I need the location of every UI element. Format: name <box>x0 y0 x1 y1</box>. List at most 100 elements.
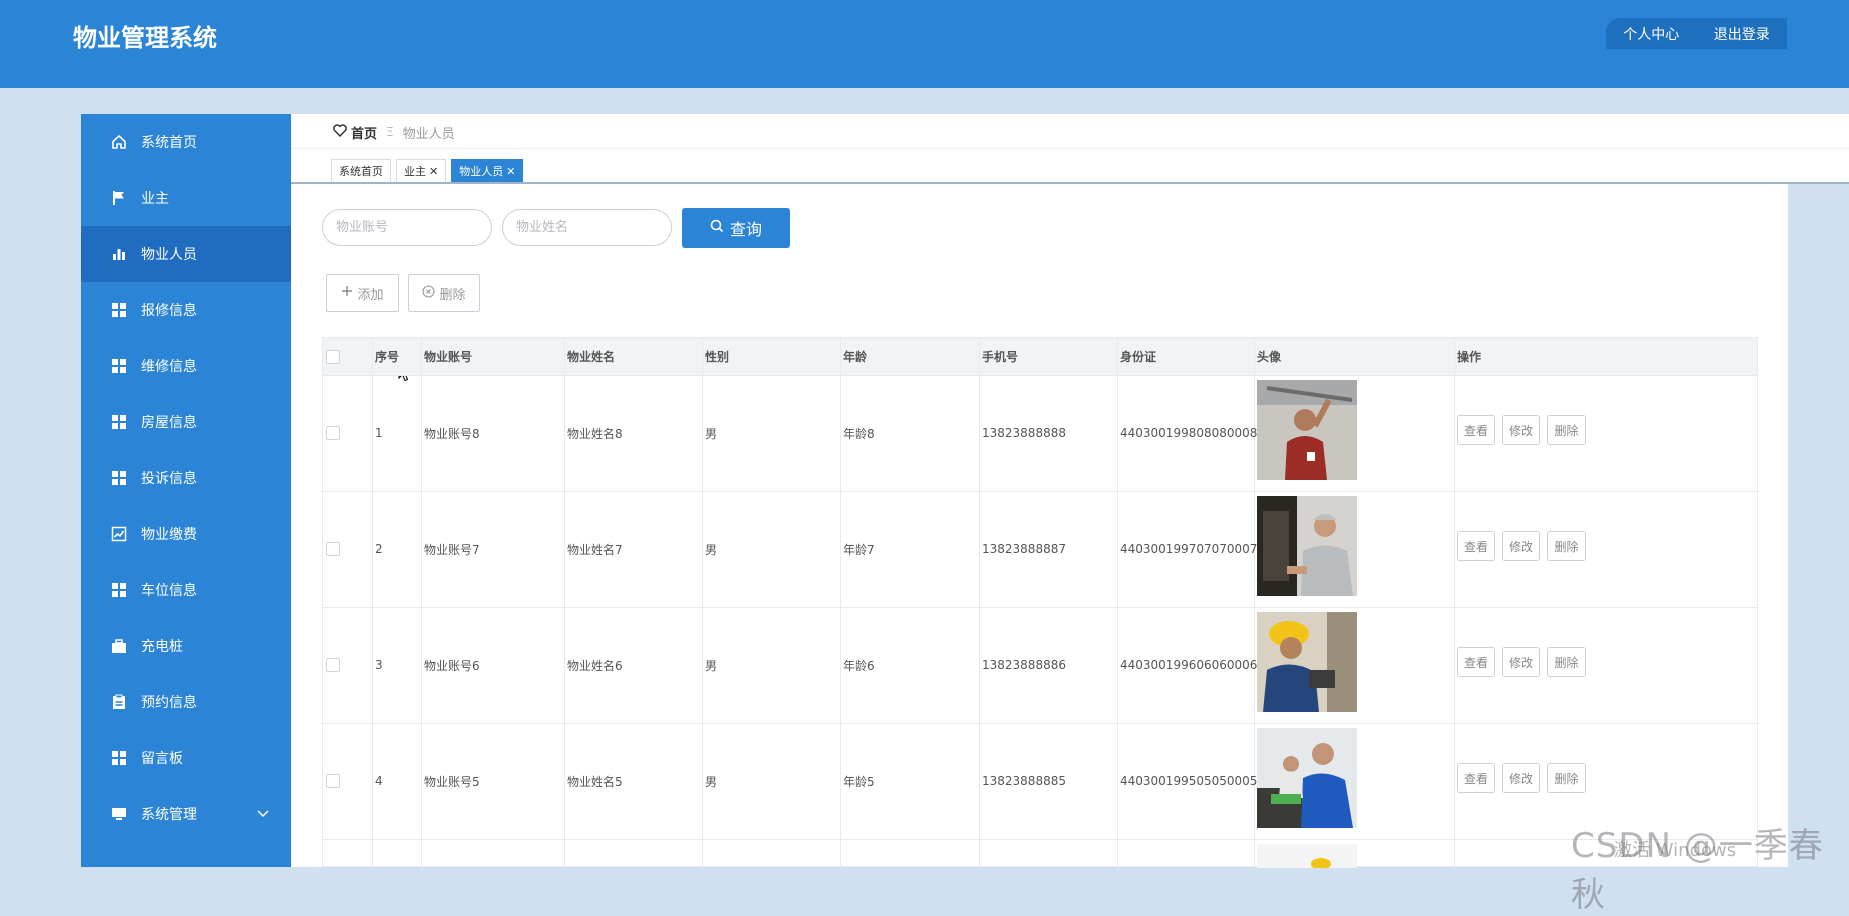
column-header: 手机号 <box>982 350 1019 364</box>
sidebar-item-housing[interactable]: 房屋信息 <box>81 394 291 450</box>
avatar <box>1257 728 1357 828</box>
row-checkbox[interactable] <box>326 426 340 440</box>
account-search-input[interactable] <box>322 209 492 246</box>
column-header: 操作 <box>1457 350 1482 364</box>
close-icon[interactable]: ✕ <box>429 165 438 178</box>
app-title: 物业管理系统 <box>73 24 217 52</box>
sidebar-item-more[interactable] <box>81 842 291 867</box>
sidebar-item-maintenance[interactable]: 维修信息 <box>81 338 291 394</box>
sidebar-item-label: 充电桩 <box>141 639 183 655</box>
sidebar-item-charging[interactable]: 充电桩 <box>81 618 291 674</box>
cell-gender: 男 <box>705 426 718 441</box>
sidebar-item-home[interactable]: 系统首页 <box>81 114 291 170</box>
view-button[interactable]: 查看 <box>1457 415 1495 445</box>
cell-gender: 男 <box>705 774 718 789</box>
tab-staff[interactable]: 物业人员 ✕ <box>451 159 524 183</box>
sidebar-item-owner[interactable]: 业主 <box>81 170 291 226</box>
edit-button[interactable]: 修改 <box>1502 763 1540 793</box>
row-delete-button[interactable]: 删除 <box>1547 415 1586 445</box>
sidebar-item-complaints[interactable]: 投诉信息 <box>81 450 291 506</box>
close-icon[interactable]: ✕ <box>506 165 515 178</box>
table-header: 序号 物业账号 物业姓名 性别 年龄 手机号 身份证 头像 操作 <box>323 338 1757 376</box>
breadcrumb-home[interactable]: 首页 <box>351 123 377 142</box>
sidebar-item-label: 车位信息 <box>141 583 197 599</box>
sidebar-item-label: 留言板 <box>141 751 183 767</box>
table-row[interactable]: 4 物业账号5 物业姓名5 男 年龄5 13823888885 44030019… <box>323 723 1757 840</box>
tab-home[interactable]: 系统首页 <box>331 159 391 183</box>
user-center-link[interactable]: 个人中心 <box>1623 24 1679 44</box>
close-circle-icon <box>422 284 436 302</box>
row-delete-button[interactable]: 删除 <box>1547 531 1586 561</box>
cell-gender: 男 <box>705 658 718 673</box>
briefcase-icon <box>111 638 127 654</box>
plus-icon <box>341 285 353 301</box>
row-delete-button[interactable]: 删除 <box>1547 763 1586 793</box>
sidebar-item-label: 物业缴费 <box>141 527 197 543</box>
row-checkbox[interactable] <box>326 658 340 672</box>
view-button[interactable]: 查看 <box>1457 531 1495 561</box>
grid-icon <box>111 302 127 318</box>
row-delete-button[interactable]: 删除 <box>1547 647 1586 677</box>
table-row[interactable] <box>323 839 1757 868</box>
cell-age: 年龄6 <box>843 658 875 673</box>
avatar <box>1257 844 1357 868</box>
sidebar-item-label: 系统首页 <box>141 135 197 151</box>
cell-phone: 13823888888 <box>982 426 1066 440</box>
query-label: 查询 <box>729 220 762 239</box>
table-row[interactable]: 2 物业账号7 物业姓名7 男 年龄7 13823888887 44030019… <box>323 491 1757 608</box>
delete-button[interactable]: 删除 <box>408 274 480 312</box>
cell-id-card: 440300199707070007 <box>1120 542 1258 556</box>
sidebar-item-fees[interactable]: 物业缴费 <box>81 506 291 562</box>
cell-age: 年龄7 <box>843 542 875 557</box>
cell-phone: 13823888887 <box>982 542 1066 556</box>
csdn-watermark: CSDN @一季春秋 <box>1571 826 1824 915</box>
bar-chart-icon <box>111 246 127 262</box>
logout-link[interactable]: 退出登录 <box>1714 24 1770 44</box>
cell-name: 物业姓名6 <box>567 658 623 673</box>
row-checkbox-cell <box>323 607 372 723</box>
staff-table: 序号 物业账号 物业姓名 性别 年龄 手机号 身份证 头像 操作 1 物业账号8… <box>322 337 1758 868</box>
sidebar-item-label: 业主 <box>141 191 169 207</box>
cell-gender: 男 <box>705 542 718 557</box>
edit-button[interactable]: 修改 <box>1502 647 1540 677</box>
sidebar-item-label: 报修信息 <box>141 303 197 319</box>
cell-age: 年龄5 <box>843 774 875 789</box>
right-gutter <box>1788 184 1849 867</box>
edit-button[interactable]: 修改 <box>1502 415 1540 445</box>
sidebar: 系统首页 业主 物业人员 报修信息 维修信息 房屋信息 投诉信息 物业缴费 车位… <box>81 114 291 867</box>
cell-age: 年龄8 <box>843 426 875 441</box>
table-row[interactable]: 1 物业账号8 物业姓名8 男 年龄8 13823888888 44030019… <box>323 375 1757 492</box>
sidebar-item-system-management[interactable]: 系统管理 <box>81 786 291 842</box>
cell-no: 3 <box>375 658 383 672</box>
name-search-input[interactable] <box>502 209 672 246</box>
cell-name: 物业姓名8 <box>567 426 623 441</box>
column-header: 物业账号 <box>424 350 473 364</box>
query-button[interactable]: 查询 <box>682 208 790 248</box>
table-row[interactable]: 3 物业账号6 物业姓名6 男 年龄6 13823888886 44030019… <box>323 607 1757 724</box>
row-checkbox[interactable] <box>326 774 340 788</box>
cell-name: 物业姓名7 <box>567 542 623 557</box>
add-button[interactable]: 添加 <box>326 274 399 312</box>
monitor-icon <box>111 862 127 867</box>
tab-owner[interactable]: 业主 ✕ <box>396 159 447 183</box>
sidebar-item-reservations[interactable]: 预约信息 <box>81 674 291 730</box>
grid-icon <box>111 750 127 766</box>
view-button[interactable]: 查看 <box>1457 647 1495 677</box>
tab-label: 物业人员 <box>459 165 504 178</box>
sidebar-item-message-board[interactable]: 留言板 <box>81 730 291 786</box>
sidebar-item-label: 物业人员 <box>141 247 197 263</box>
cell-account: 物业账号6 <box>424 658 480 673</box>
home-icon <box>111 134 127 150</box>
view-button[interactable]: 查看 <box>1457 763 1495 793</box>
cell-no: 2 <box>375 542 383 556</box>
column-header: 性别 <box>705 350 730 364</box>
sidebar-item-repair-request[interactable]: 报修信息 <box>81 282 291 338</box>
sidebar-item-staff[interactable]: 物业人员 <box>81 226 291 282</box>
select-all-checkbox[interactable] <box>326 349 340 364</box>
divider <box>291 148 1849 149</box>
edit-button[interactable]: 修改 <box>1502 531 1540 561</box>
sidebar-item-parking[interactable]: 车位信息 <box>81 562 291 618</box>
heart-icon <box>333 123 347 141</box>
avatar <box>1257 496 1357 596</box>
row-checkbox[interactable] <box>326 542 340 556</box>
